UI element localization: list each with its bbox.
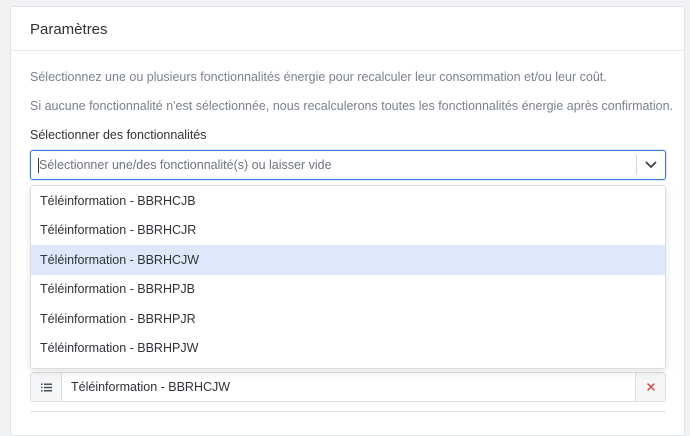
- description-note: Si aucune fonctionnalité n'est sélection…: [30, 99, 674, 113]
- selected-feature-label: Téléinformation - BBRHCJW: [71, 380, 231, 394]
- features-search-input[interactable]: [31, 151, 636, 179]
- dropdown-option[interactable]: Téléinformation - BBRHCJR: [31, 216, 665, 246]
- card-header: Paramètres: [11, 7, 684, 51]
- settings-card: Paramètres Sélectionnez une ou plusieurs…: [10, 6, 685, 436]
- section-divider: [30, 411, 666, 412]
- dropdown-option[interactable]: Téléinformation - BBRHPJB: [31, 275, 665, 305]
- dropdown-option[interactable]: Téléinformation - BBRHPJW: [31, 334, 665, 364]
- selected-feature-row: Téléinformation - BBRHCJW: [30, 372, 666, 402]
- dropdown-option[interactable]: Téléinformation - BBRHCJB: [31, 186, 665, 216]
- list-icon[interactable]: [31, 373, 62, 401]
- features-dropdown-menu: Téléinformation - BBRHCJB Téléinformatio…: [30, 185, 666, 369]
- features-select[interactable]: [30, 150, 666, 180]
- features-select-label: Sélectionner des fonctionnalités: [30, 128, 207, 142]
- dropdown-option-highlighted[interactable]: Téléinformation - BBRHCJW: [31, 245, 665, 275]
- chevron-down-icon[interactable]: [637, 151, 665, 179]
- description-text: Sélectionnez une ou plusieurs fonctionna…: [30, 70, 607, 84]
- text-caret: [38, 158, 39, 173]
- card-title: Paramètres: [30, 21, 108, 38]
- close-icon[interactable]: [635, 373, 665, 401]
- dropdown-option[interactable]: Téléinformation - BBRHPJR: [31, 304, 665, 334]
